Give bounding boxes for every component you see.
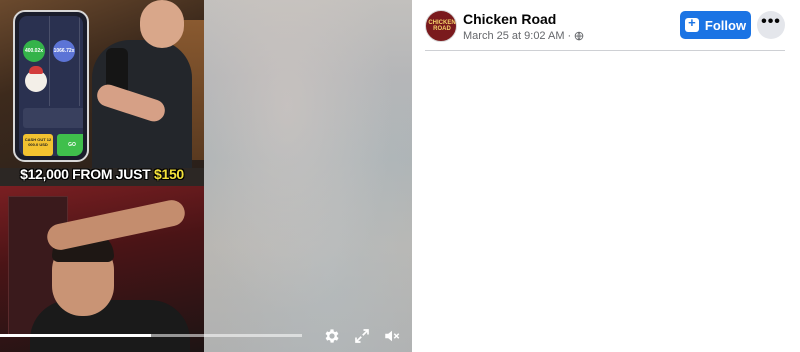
video-blurred-background xyxy=(204,0,412,352)
game-lane-divider xyxy=(49,16,50,106)
globe-icon[interactable] xyxy=(574,31,584,41)
bet-controls xyxy=(23,108,83,128)
video-caption: $12,000 FROM JUST $150 xyxy=(0,166,204,182)
phone-screen: 400.02x 1066.72x CASH OUT 12 000.0 USD G… xyxy=(19,16,83,156)
cashout-button: CASH OUT 12 000.0 USD xyxy=(23,134,53,156)
follow-button[interactable]: Follow xyxy=(680,11,751,39)
avatar-logo-text: CHICKEN ROAD xyxy=(428,20,456,32)
post-timestamp[interactable]: March 25 at 9:02 AM xyxy=(463,30,565,42)
page-name-link[interactable]: Chicken Road xyxy=(463,11,556,27)
game-lane-divider xyxy=(79,16,80,106)
follow-page-icon xyxy=(684,15,699,32)
header-divider xyxy=(425,50,785,51)
gear-icon[interactable] xyxy=(322,326,342,346)
page-avatar[interactable]: CHICKEN ROAD xyxy=(425,10,457,42)
video-frame[interactable]: 400.02x 1066.72x CASH OUT 12 000.0 USD G… xyxy=(0,0,204,352)
chicken-icon xyxy=(25,66,47,92)
facebook-video-post: 400.02x 1066.72x CASH OUT 12 000.0 USD G… xyxy=(0,0,800,352)
multiplier-blue: 1066.72x xyxy=(53,40,75,62)
person-bottom-shirt xyxy=(30,300,190,352)
multiplier-green: 400.02x xyxy=(23,40,45,62)
meta-separator: · xyxy=(567,30,572,42)
volume-muted-icon[interactable] xyxy=(382,326,402,346)
caption-text: $12,000 FROM JUST xyxy=(20,166,154,182)
follow-label: Follow xyxy=(704,17,747,33)
fullscreen-icon[interactable] xyxy=(352,326,372,346)
video-player[interactable]: 400.02x 1066.72x CASH OUT 12 000.0 USD G… xyxy=(0,0,412,352)
person-top-head xyxy=(140,0,184,48)
video-progress-bar[interactable] xyxy=(0,334,302,337)
phone-mockup: 400.02x 1066.72x CASH OUT 12 000.0 USD G… xyxy=(13,10,89,162)
caption-highlight: $150 xyxy=(153,166,184,182)
post-meta: March 25 at 9:02 AM · xyxy=(463,30,584,42)
video-progress-fill xyxy=(0,334,151,337)
go-button: GO xyxy=(57,134,83,156)
more-options-button[interactable]: ••• xyxy=(757,11,785,39)
